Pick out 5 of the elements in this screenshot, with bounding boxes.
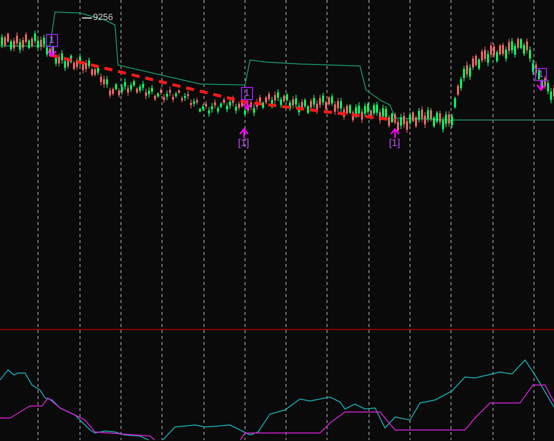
price-label: 9256	[93, 11, 114, 23]
signal-label: [1]	[238, 138, 250, 149]
signal-label: 1	[241, 87, 253, 100]
signal-label: [1]	[389, 138, 400, 149]
signal-label: 1	[46, 34, 58, 47]
